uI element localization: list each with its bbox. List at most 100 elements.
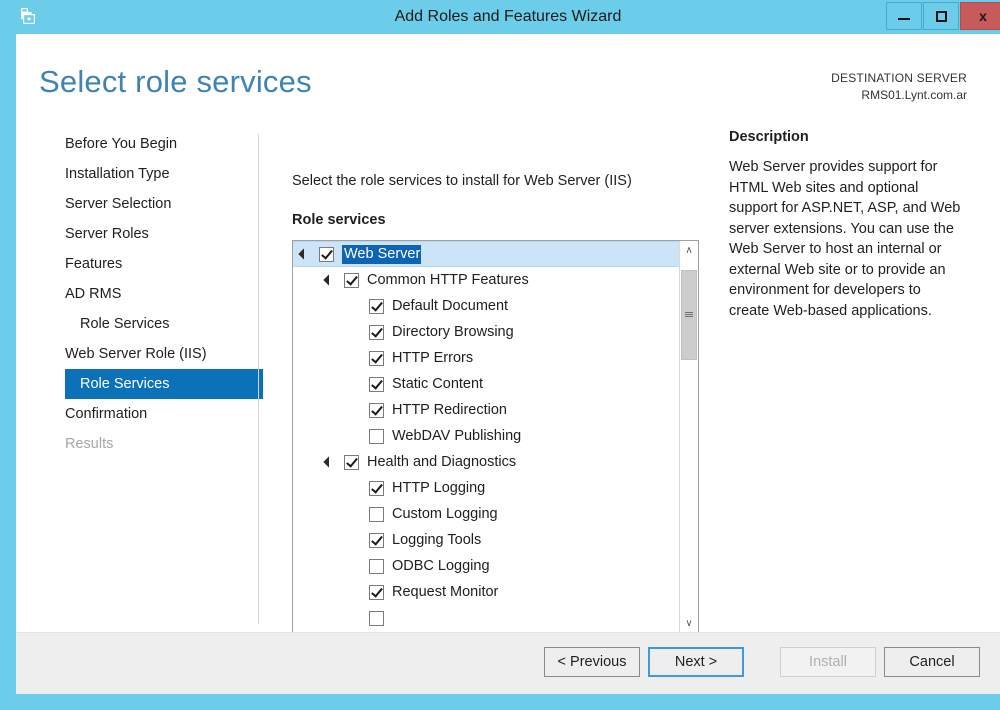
tree-row[interactable]: HTTP Logging bbox=[293, 475, 679, 501]
title-bar[interactable]: Add Roles and Features Wizard x bbox=[8, 0, 1000, 34]
tree-row[interactable] bbox=[293, 605, 679, 631]
checkbox-checked[interactable] bbox=[369, 481, 384, 496]
tree-item-label: Logging Tools bbox=[392, 532, 481, 548]
expander-spacer-icon bbox=[349, 613, 360, 624]
tree-item-label: Default Document bbox=[392, 298, 508, 314]
close-button[interactable]: x bbox=[960, 2, 1000, 30]
description-title: Description bbox=[729, 129, 977, 145]
sidebar-item-results: Results bbox=[16, 429, 258, 459]
sidebar-item-ad-rms[interactable]: AD RMS bbox=[16, 279, 258, 309]
sidebar-item-web-server-role-iis[interactable]: Web Server Role (IIS) bbox=[16, 339, 258, 369]
tree-row[interactable]: Default Document bbox=[293, 293, 679, 319]
expander-expanded-icon[interactable] bbox=[324, 275, 335, 286]
tree-item-label: Web Server bbox=[342, 245, 421, 264]
tree-vertical-scrollbar[interactable]: ∧ ∨ bbox=[679, 241, 698, 632]
wizard-footer: < Previous Next > Install Cancel bbox=[16, 632, 1000, 694]
checkbox-checked[interactable] bbox=[369, 533, 384, 548]
scrollbar-grip-icon bbox=[685, 312, 693, 319]
instruction-text: Select the role services to install for … bbox=[292, 173, 632, 189]
tree-row[interactable]: Request Monitor bbox=[293, 579, 679, 605]
sidebar-item-server-selection[interactable]: Server Selection bbox=[16, 189, 258, 219]
description-body: Web Server provides support for HTML Web… bbox=[729, 157, 964, 321]
checkbox-unchecked[interactable] bbox=[369, 507, 384, 522]
expander-spacer-icon bbox=[349, 535, 360, 546]
minimize-icon bbox=[898, 18, 910, 20]
role-services-tree[interactable]: Web Server Common HTTP Features Default Do… bbox=[292, 240, 699, 656]
tree-item-label: Directory Browsing bbox=[392, 324, 514, 340]
cancel-button[interactable]: Cancel bbox=[884, 647, 980, 677]
sidebar-divider bbox=[258, 134, 259, 624]
vertical-scrollbar-thumb[interactable] bbox=[681, 270, 697, 360]
minimize-button[interactable] bbox=[886, 2, 922, 30]
tree-item-label: Request Monitor bbox=[392, 584, 498, 600]
tree-row[interactable]: Directory Browsing bbox=[293, 319, 679, 345]
sidebar-item-installation-type[interactable]: Installation Type bbox=[16, 159, 258, 189]
tree-viewport: Web Server Common HTTP Features Default Do… bbox=[293, 241, 679, 632]
sidebar-item-server-roles[interactable]: Server Roles bbox=[16, 219, 258, 249]
checkbox-unchecked[interactable] bbox=[369, 429, 384, 444]
sidebar-item-role-services[interactable]: Role Services bbox=[65, 369, 263, 399]
scroll-up-icon[interactable]: ∧ bbox=[680, 241, 698, 259]
checkbox-checked[interactable] bbox=[369, 299, 384, 314]
tree-item-label: HTTP Logging bbox=[392, 480, 485, 496]
sidebar-item-role-services[interactable]: Role Services bbox=[16, 309, 258, 339]
tree-item-label: Static Content bbox=[392, 376, 483, 392]
wizard-window: Add Roles and Features Wizard x Select r… bbox=[0, 0, 1000, 710]
next-button[interactable]: Next > bbox=[648, 647, 744, 677]
role-services-label: Role services bbox=[292, 212, 386, 228]
tree-row[interactable]: Static Content bbox=[293, 371, 679, 397]
maximize-button[interactable] bbox=[923, 2, 959, 30]
checkbox-checked[interactable] bbox=[369, 585, 384, 600]
checkbox-unchecked[interactable] bbox=[369, 611, 384, 626]
expander-spacer-icon bbox=[349, 509, 360, 520]
tree-row[interactable]: ODBC Logging bbox=[293, 553, 679, 579]
tree-row[interactable]: Custom Logging bbox=[293, 501, 679, 527]
expander-spacer-icon bbox=[349, 431, 360, 442]
caption-buttons: x bbox=[885, 2, 1000, 32]
page-header: Select role services DESTINATION SERVER … bbox=[16, 34, 1000, 119]
checkbox-checked[interactable] bbox=[319, 247, 334, 262]
expander-expanded-icon[interactable] bbox=[324, 457, 335, 468]
checkbox-checked[interactable] bbox=[344, 455, 359, 470]
expander-spacer-icon bbox=[349, 301, 360, 312]
wizard-client-area: Select role services DESTINATION SERVER … bbox=[16, 34, 1000, 694]
checkbox-checked[interactable] bbox=[369, 325, 384, 340]
tree-item-label: HTTP Errors bbox=[392, 350, 473, 366]
tree-row[interactable]: Common HTTP Features bbox=[293, 267, 679, 293]
tree-row[interactable]: HTTP Errors bbox=[293, 345, 679, 371]
expander-expanded-icon[interactable] bbox=[299, 249, 310, 260]
maximize-icon bbox=[936, 11, 947, 22]
tree-item-label: WebDAV Publishing bbox=[392, 428, 521, 444]
sidebar-item-confirmation[interactable]: Confirmation bbox=[16, 399, 258, 429]
wizard-step-nav: Before You BeginInstallation TypeServer … bbox=[16, 129, 258, 649]
tree-item-label: HTTP Redirection bbox=[392, 402, 507, 418]
description-panel: Description Web Server provides support … bbox=[729, 129, 977, 321]
checkbox-unchecked[interactable] bbox=[369, 559, 384, 574]
sidebar-item-features[interactable]: Features bbox=[16, 249, 258, 279]
tree-row[interactable]: Web Server bbox=[293, 241, 679, 267]
checkbox-checked[interactable] bbox=[369, 351, 384, 366]
destination-server-block: DESTINATION SERVER RMS01.Lynt.com.ar bbox=[831, 70, 967, 104]
destination-server-name: RMS01.Lynt.com.ar bbox=[831, 87, 967, 104]
checkbox-checked[interactable] bbox=[369, 377, 384, 392]
window-title: Add Roles and Features Wizard bbox=[8, 0, 1000, 34]
expander-spacer-icon bbox=[349, 405, 360, 416]
expander-spacer-icon bbox=[349, 483, 360, 494]
scroll-down-icon[interactable]: ∨ bbox=[680, 614, 698, 632]
tree-row[interactable]: Logging Tools bbox=[293, 527, 679, 553]
install-button: Install bbox=[780, 647, 876, 677]
tree-item-label: Custom Logging bbox=[392, 506, 498, 522]
expander-spacer-icon bbox=[349, 327, 360, 338]
checkbox-checked[interactable] bbox=[369, 403, 384, 418]
expander-spacer-icon bbox=[349, 379, 360, 390]
tree-item-label: Common HTTP Features bbox=[367, 272, 529, 288]
checkbox-checked[interactable] bbox=[344, 273, 359, 288]
sidebar-item-before-you-begin[interactable]: Before You Begin bbox=[16, 129, 258, 159]
expander-spacer-icon bbox=[349, 587, 360, 598]
expander-spacer-icon bbox=[349, 353, 360, 364]
previous-button[interactable]: < Previous bbox=[544, 647, 640, 677]
tree-row[interactable]: HTTP Redirection bbox=[293, 397, 679, 423]
tree-row[interactable]: Health and Diagnostics bbox=[293, 449, 679, 475]
tree-row[interactable]: WebDAV Publishing bbox=[293, 423, 679, 449]
tree-item-label: Health and Diagnostics bbox=[367, 454, 516, 470]
